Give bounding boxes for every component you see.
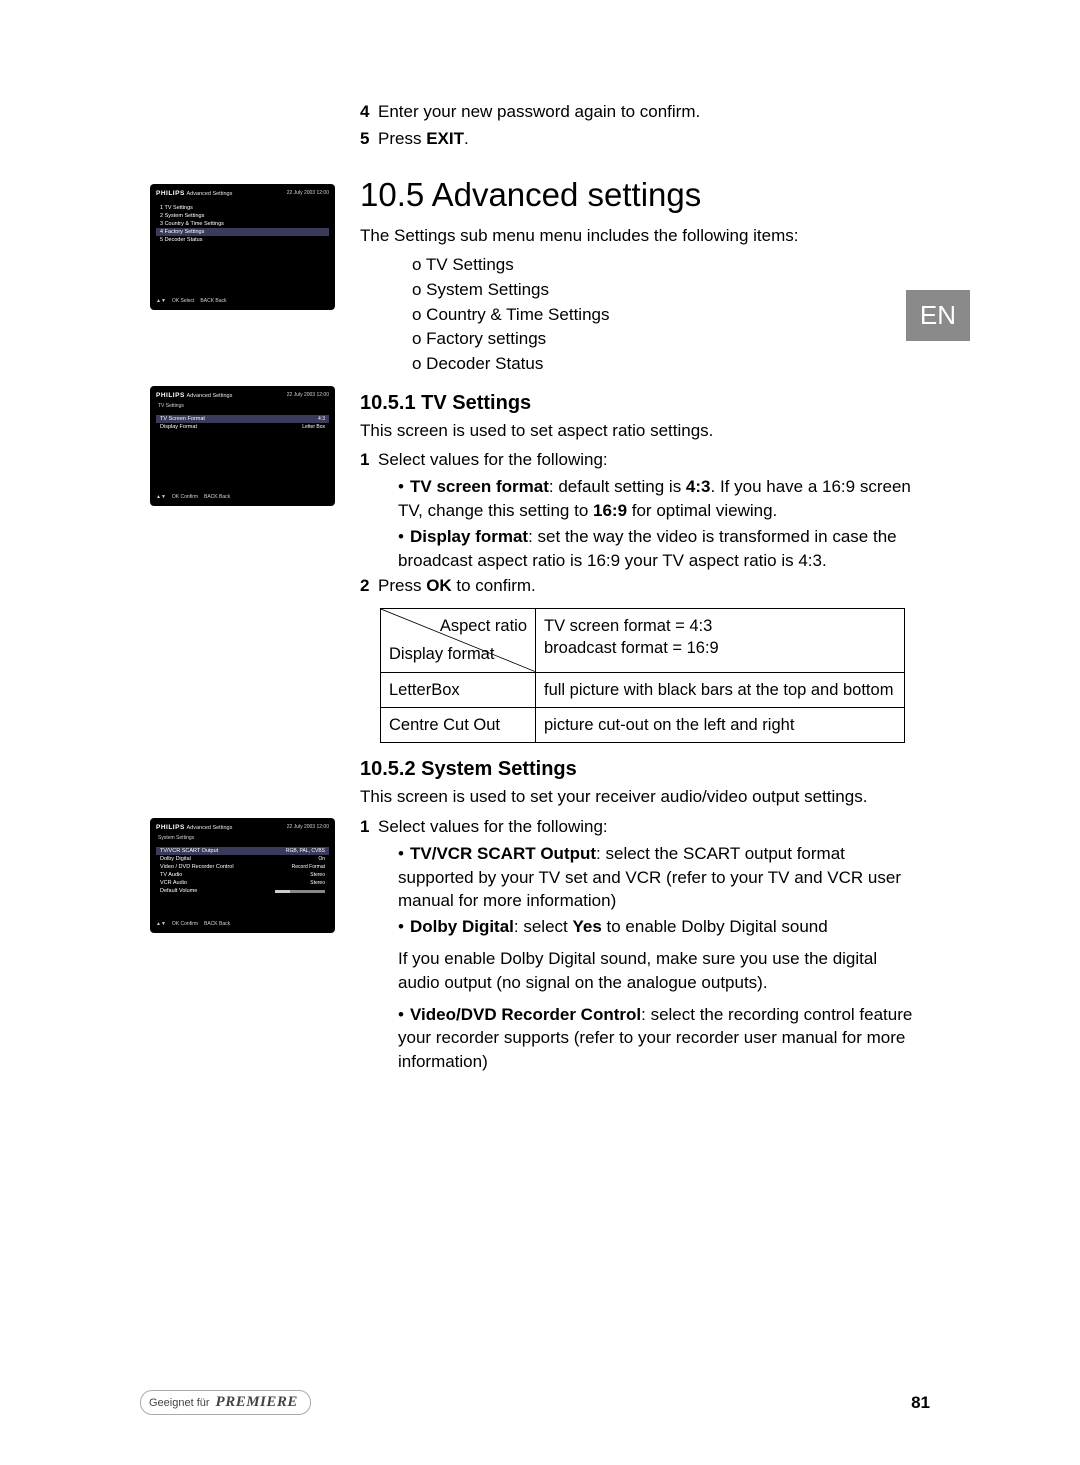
table-cell: picture cut-out on the left and right	[536, 707, 905, 742]
table-cell: full picture with black bars at the top …	[536, 672, 905, 707]
ss-time: 22 July 2003 12:00	[287, 824, 329, 831]
bullet-scart-output: •TV/VCR SCART Output: select the SCART o…	[398, 842, 920, 913]
ss-brand: PHILIPS	[156, 392, 185, 399]
ss-row: 5 Decoder Status	[156, 236, 329, 244]
menu-item: o TV Settings	[412, 253, 920, 278]
ss-setting-row: Default Volume	[156, 887, 329, 895]
footer-brand-badge: Geeignet für PREMIERE	[140, 1390, 311, 1415]
menu-item: o Country & Time Settings	[412, 303, 920, 328]
step-5: 5Press EXIT.	[360, 127, 920, 151]
ss-setting-row: Dolby DigitalOn	[156, 855, 329, 863]
page-footer: Geeignet für PREMIERE 81	[140, 1390, 930, 1415]
ss-setting-row: Video / DVD Recorder ControlRecord Forma…	[156, 863, 329, 871]
ss-time: 22 July 2003 12:00	[287, 392, 329, 399]
table-header-right: TV screen format = 4:3 broadcast format …	[536, 609, 905, 673]
language-tab: EN	[906, 290, 970, 341]
page-number: 81	[911, 1393, 930, 1413]
menu-item: o Decoder Status	[412, 352, 920, 377]
aspect-ratio-table: Aspect ratio Display format TV screen fo…	[380, 608, 905, 743]
step-1: 1Select values for the following:	[360, 448, 920, 472]
menu-item: o System Settings	[412, 278, 920, 303]
ss-ok-hint: OK Confirm	[172, 494, 198, 500]
table-diagonal-header: Aspect ratio Display format	[381, 609, 536, 673]
menu-item: o Factory settings	[412, 327, 920, 352]
step-2: 2Press OK to confirm.	[360, 574, 920, 598]
subsection-intro: This screen is used to set your receiver…	[360, 785, 920, 809]
intro-text: The Settings sub menu menu includes the …	[360, 224, 920, 248]
screenshot-system-settings: PHILIPS Advanced Settings 22 July 2003 1…	[150, 818, 335, 933]
ss-title: Advanced Settings	[186, 393, 232, 399]
ss-row-selected: 4 Factory Settings	[156, 228, 329, 236]
bullet-dolby-digital: •Dolby Digital: select Yes to enable Dol…	[398, 915, 920, 939]
bullet-display-format: •Display format: set the way the video i…	[398, 525, 920, 573]
ss-back-hint: BACK Back	[204, 494, 230, 500]
ss-row: 1 TV Settings	[156, 204, 329, 212]
ss-nav-hint: ▲▼	[156, 921, 166, 927]
ss-brand: PHILIPS	[156, 824, 185, 831]
dolby-note: If you enable Dolby Digital sound, make …	[398, 947, 920, 995]
ss-title: Advanced Settings	[186, 191, 232, 197]
ss-back-hint: BACK Back	[200, 298, 226, 304]
step-1: 1Select values for the following:	[360, 815, 920, 839]
ss-setting-row: Display FormatLetter Box	[156, 423, 329, 431]
screenshot-tv-settings: PHILIPS Advanced Settings 22 July 2003 1…	[150, 386, 335, 506]
section-heading: 10.5 Advanced settings	[360, 176, 920, 214]
ss-setting-row: VCR AudioStereo	[156, 879, 329, 887]
subsection-heading: 10.5.2 System Settings	[360, 758, 920, 781]
table-cell: LetterBox	[381, 672, 536, 707]
menu-item-list: o TV Settings o System Settings o Countr…	[412, 253, 920, 376]
ss-setting-row-selected: TV/VCR SCART OutputRGB, PAL, CVBS	[156, 847, 329, 855]
ss-row: 2 System Settings	[156, 212, 329, 220]
subsection-heading: 10.5.1 TV Settings	[360, 392, 920, 415]
ss-ok-hint: OK Confirm	[172, 921, 198, 927]
ss-ok-hint: OK Select	[172, 298, 195, 304]
ss-nav-hint: ▲▼	[156, 298, 166, 304]
ss-setting-row-selected: TV Screen Format4:3	[156, 415, 329, 423]
bullet-recorder-control: •Video/DVD Recorder Control: select the …	[398, 1003, 920, 1074]
subsection-intro: This screen is used to set aspect ratio …	[360, 419, 920, 443]
screenshot-advanced-menu: PHILIPS Advanced Settings 22 July 2003 1…	[150, 184, 335, 310]
table-cell: Centre Cut Out	[381, 707, 536, 742]
ss-nav-hint: ▲▼	[156, 494, 166, 500]
ss-row: 3 Country & Time Settings	[156, 220, 329, 228]
ss-setting-row: TV AudioStereo	[156, 871, 329, 879]
ss-subtitle: System Settings	[156, 835, 329, 841]
ss-time: 22 July 2003 12:00	[287, 190, 329, 197]
ss-brand: PHILIPS	[156, 190, 185, 197]
ss-back-hint: BACK Back	[204, 921, 230, 927]
bullet-tv-screen-format: •TV screen format: default setting is 4:…	[398, 475, 920, 523]
ss-subtitle: TV Settings	[156, 403, 329, 409]
ss-title: Advanced Settings	[186, 825, 232, 831]
step-4: 4Enter your new password again to confir…	[360, 100, 920, 124]
